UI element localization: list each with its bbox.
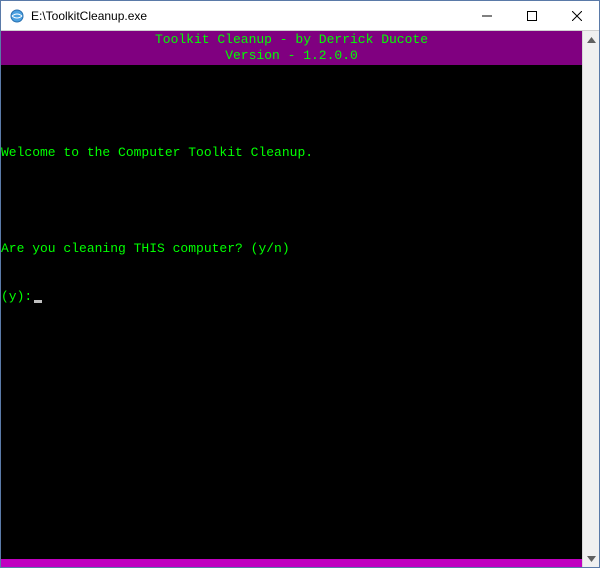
prompt-text: (y): <box>1 289 32 305</box>
scroll-track[interactable] <box>583 48 599 550</box>
prompt-line: (y): <box>1 289 582 305</box>
scrollbar-vertical[interactable] <box>582 31 599 567</box>
window-controls <box>464 1 599 30</box>
cursor <box>34 300 42 303</box>
maximize-button[interactable] <box>509 1 554 30</box>
scroll-down-button[interactable] <box>583 550 599 567</box>
close-button[interactable] <box>554 1 599 30</box>
bottom-bar <box>1 559 582 567</box>
blank-line <box>1 97 582 113</box>
titlebar[interactable]: E:\ToolkitCleanup.exe <box>1 1 599 31</box>
minimize-button[interactable] <box>464 1 509 30</box>
banner-title: Toolkit Cleanup - by Derrick Ducote <box>1 32 582 48</box>
banner-version: Version - 1.2.0.0 <box>1 48 582 64</box>
question-line: Are you cleaning THIS computer? (y/n) <box>1 241 582 257</box>
welcome-line: Welcome to the Computer Toolkit Cleanup. <box>1 145 582 161</box>
banner: Toolkit Cleanup - by Derrick Ducote Vers… <box>1 31 582 65</box>
app-window: E:\ToolkitCleanup.exe Toolkit Cleanup - … <box>0 0 600 568</box>
content-area: Toolkit Cleanup - by Derrick Ducote Vers… <box>1 31 599 567</box>
blank-line <box>1 193 582 209</box>
terminal-body: Welcome to the Computer Toolkit Cleanup.… <box>1 65 582 559</box>
terminal[interactable]: Toolkit Cleanup - by Derrick Ducote Vers… <box>1 31 582 567</box>
app-icon <box>9 8 25 24</box>
window-title: E:\ToolkitCleanup.exe <box>31 1 464 31</box>
scroll-up-button[interactable] <box>583 31 599 48</box>
